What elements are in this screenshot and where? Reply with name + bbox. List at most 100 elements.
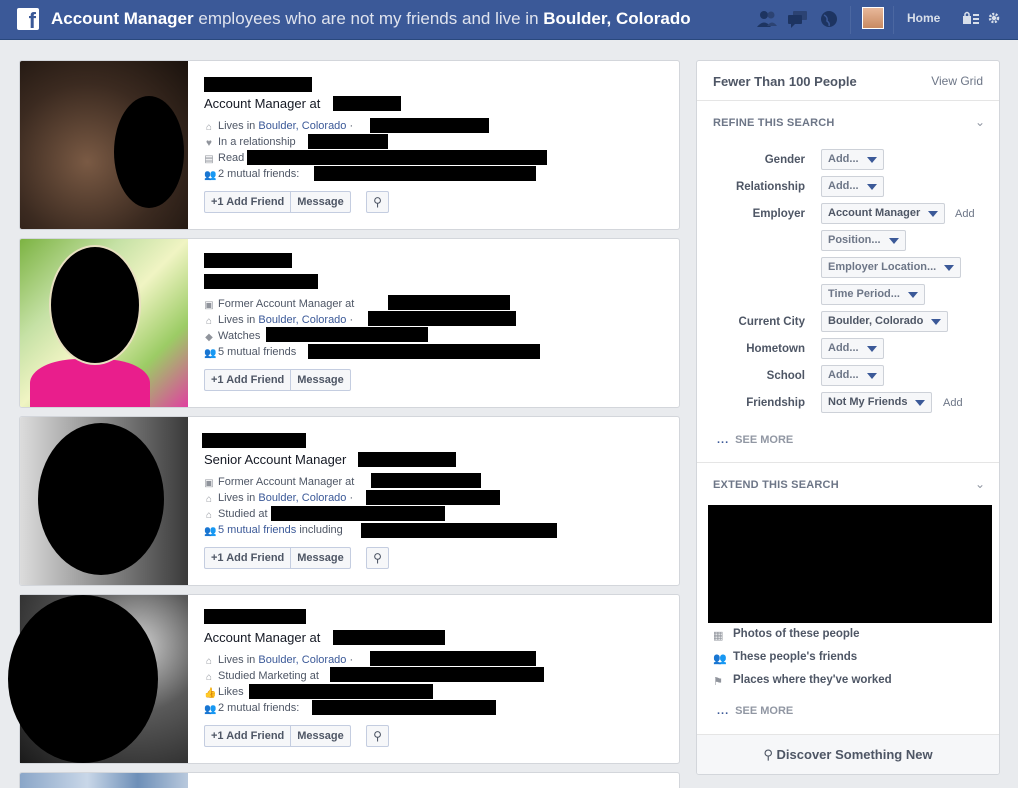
city-link[interactable]: Boulder, Colorado (258, 654, 346, 666)
time-period-dropdown[interactable]: Time Period... (821, 284, 925, 305)
house-icon: ⌂ (205, 656, 213, 667)
city-link[interactable]: Boulder, Colorado (258, 314, 346, 326)
result-info: Senior Account Manager ▣ Former Account M… (202, 417, 674, 585)
extend-friends-link[interactable]: 👥 These people's friends (713, 651, 857, 665)
current-city-dropdown[interactable]: Boulder, Colorado (821, 311, 949, 332)
gender-dropdown[interactable]: Add... (821, 149, 884, 170)
detail-mutual-friends: 👥 5 mutual friends (204, 345, 296, 359)
redacted-name[interactable] (204, 253, 292, 268)
view-grid-link[interactable]: View Grid (931, 74, 983, 88)
city-link[interactable]: Boulder, Colorado (258, 120, 346, 132)
see-more-link[interactable]: ... SEE MORE (717, 434, 793, 446)
redacted-detail (368, 311, 516, 326)
detail-suffix: including (296, 524, 343, 536)
search-query[interactable]: Account Manager employees who are not my… (51, 9, 691, 29)
redacted-detail (361, 523, 557, 538)
add-friend-label: Add Friend (226, 374, 285, 386)
add-friend-icon: +1 (211, 196, 227, 208)
messages-icon[interactable] (787, 9, 809, 29)
add-friend-label: Add Friend (226, 730, 285, 742)
result-card-2[interactable]: ▣ Former Account Manager at ⌂ Lives in Bou… (19, 238, 680, 408)
result-info: Account Manager at ⌂ Lives in Boulder, Co… (204, 61, 674, 229)
add-friend-button[interactable]: +1 Add Friend (205, 726, 290, 746)
friend-requests-icon[interactable] (756, 9, 778, 29)
sidebar-divider (697, 462, 999, 463)
detail-lives-in: ⌂ Lives in Boulder, Colorado · (204, 119, 353, 133)
extend-item-label: Photos of these people (733, 628, 860, 640)
topbar-separator (850, 6, 851, 34)
employer-location-dropdown[interactable]: Employer Location... (821, 257, 962, 278)
redacted-name[interactable] (202, 433, 306, 448)
redacted-title (204, 274, 318, 289)
result-photo[interactable] (20, 61, 188, 229)
detail-former-employer: ▣ Former Account Manager at (204, 475, 354, 489)
hometown-dropdown[interactable]: Add... (821, 338, 884, 359)
privacy-shortcuts-icon[interactable] (962, 11, 980, 25)
result-photo[interactable] (20, 773, 188, 788)
result-photo[interactable] (20, 417, 188, 585)
button-group: +1 Add Friend Message (204, 191, 351, 213)
facebook-logo-icon[interactable]: f (17, 8, 39, 30)
result-title: Account Manager at (204, 630, 320, 645)
message-button[interactable]: Message (290, 548, 349, 568)
redacted-name[interactable] (204, 77, 312, 92)
add-friend-icon: +1 (211, 374, 227, 386)
result-card-1[interactable]: Account Manager at ⌂ Lives in Boulder, Co… (19, 60, 680, 230)
detail-text: Studied Marketing at (218, 670, 319, 682)
extend-places-link[interactable]: ⚑ Places where they've worked (713, 674, 892, 688)
friendship-dropdown[interactable]: Not My Friends (821, 392, 933, 413)
school-dropdown[interactable]: Add... (821, 365, 884, 386)
result-photo[interactable] (20, 239, 188, 407)
home-link[interactable]: Home (907, 11, 940, 25)
redacted-employer (333, 96, 401, 111)
profile-avatar[interactable] (862, 7, 884, 29)
redacted-detail (370, 118, 489, 133)
position-dropdown[interactable]: Position... (821, 230, 906, 251)
add-friend-label: Add Friend (226, 196, 285, 208)
relationship-label: Relationship (735, 181, 805, 193)
discover-something-new-button[interactable]: ⚲ Discover Something New (697, 734, 999, 774)
detail-suffix: · (346, 492, 354, 504)
detail-text: Lives in (218, 654, 259, 666)
add-friend-button[interactable]: +1 Add Friend (205, 370, 290, 390)
result-card-5[interactable] (19, 772, 680, 788)
relationship-dropdown[interactable]: Add... (821, 176, 884, 197)
add-friend-button[interactable]: +1 Add Friend (205, 548, 290, 568)
see-more-link-2[interactable]: ... SEE MORE (717, 705, 793, 717)
search-icon[interactable]: ⚲ (366, 547, 389, 569)
result-title: Account Manager at (204, 96, 320, 111)
add-friend-button[interactable]: +1 Add Friend (205, 192, 290, 212)
title-text: Senior Account Manager (204, 452, 347, 467)
message-button[interactable]: Message (290, 726, 349, 746)
detail-text: Former Account Manager at (218, 298, 355, 310)
settings-gear-icon[interactable] (987, 11, 1001, 25)
sidebar-divider (697, 100, 999, 101)
message-button[interactable]: Message (290, 370, 349, 390)
detail-mutual-friends: 👥 2 mutual friends: (204, 701, 299, 715)
see-more-label: SEE MORE (735, 705, 794, 717)
friendship-add-link[interactable]: Add (943, 397, 963, 409)
chevron-down-icon[interactable]: ⌄ (975, 477, 985, 491)
query-bold-2: Boulder, Colorado (543, 9, 691, 28)
search-icon[interactable]: ⚲ (366, 191, 389, 213)
employer-add-link[interactable]: Add (955, 208, 975, 220)
friends-icon: 👥 (204, 704, 217, 715)
employer-dropdown[interactable]: Account Manager (821, 203, 946, 224)
mutual-friends-link[interactable]: 5 mutual friends (218, 524, 296, 536)
notifications-globe-icon[interactable] (818, 9, 840, 29)
message-button[interactable]: Message (290, 192, 349, 212)
result-card-4[interactable]: Account Manager at ⌂ Lives in Boulder, Co… (8, 594, 680, 764)
detail-former-employer: ▣ Former Account Manager at (204, 297, 354, 311)
redacted-detail (312, 700, 496, 715)
chevron-down-icon[interactable]: ⌄ (975, 115, 985, 129)
redacted-detail (330, 667, 544, 682)
detail-text: Studied at (218, 508, 268, 520)
detail-text: In a relationship (218, 136, 296, 148)
search-icon: ⚲ (763, 747, 777, 762)
extend-photos-link[interactable]: ▦ Photos of these people (713, 628, 860, 642)
result-info: ▣ Former Account Manager at ⌂ Lives in Bou… (204, 239, 674, 407)
city-link[interactable]: Boulder, Colorado (258, 492, 346, 504)
search-icon[interactable]: ⚲ (366, 725, 389, 747)
result-card-3[interactable]: Senior Account Manager ▣ Former Account M… (19, 416, 680, 586)
redacted-name[interactable] (204, 609, 306, 624)
